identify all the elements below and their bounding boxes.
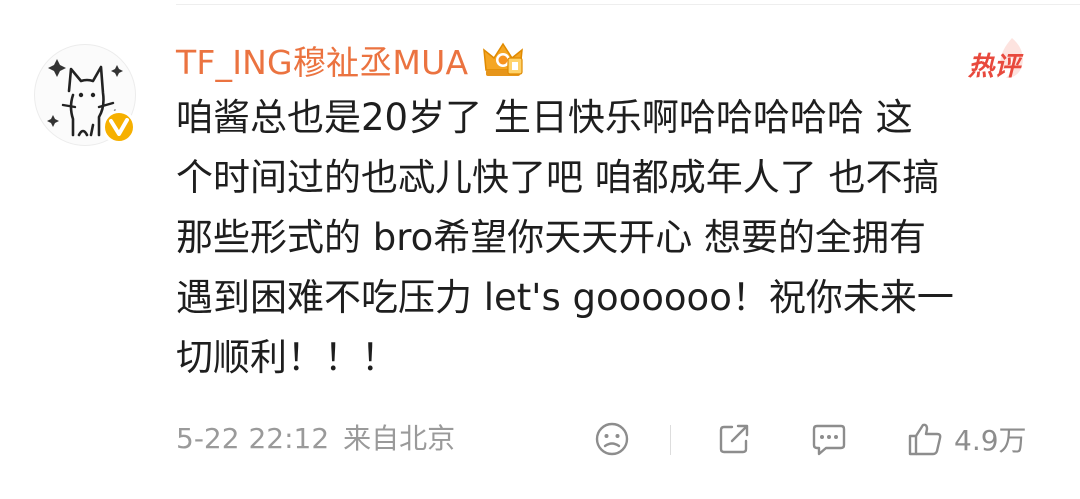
- hot-label: 热评: [968, 52, 1021, 82]
- crown-rank-icon[interactable]: [480, 40, 526, 80]
- comment-text: 咱酱总也是20岁了 生日快乐啊哈哈哈哈哈 这 个时间过的也忒儿快了吧 咱都成年人…: [176, 88, 1056, 388]
- comment-location: 来自北京: [343, 422, 456, 455]
- username-row: TF_ING穆祉丞MUA: [176, 36, 526, 84]
- action-divider: [670, 425, 671, 455]
- comment-line: 切顺利！！！: [176, 336, 398, 379]
- comment-footer: 5-22 22:12 来自北京 4.9万: [176, 415, 1056, 463]
- comment-line: 个时间过的也忒儿快了吧 咱都成年人了 也不搞: [176, 156, 940, 199]
- comment-meta: 5-22 22:12 来自北京: [176, 415, 455, 463]
- like-button[interactable]: 4.9万: [906, 421, 1027, 457]
- comment-date: 5-22 22:12: [176, 422, 330, 455]
- comment-icon: [812, 424, 846, 456]
- like-count: 4.9万: [954, 424, 1027, 457]
- top-divider: [176, 4, 1080, 5]
- comment-line: 咱酱总也是20岁了 生日快乐啊哈哈哈哈哈 这: [176, 96, 913, 139]
- verified-v-icon: [109, 118, 129, 136]
- reaction-button[interactable]: [594, 421, 630, 457]
- username[interactable]: TF_ING穆祉丞MUA: [176, 36, 468, 84]
- reply-button[interactable]: [810, 421, 848, 457]
- thumbs-up-icon: [908, 423, 942, 456]
- hot-comment-tag: 热评: [966, 38, 1030, 82]
- comment-line: 那些形式的 bro希望你天天开心 想要的全拥有: [176, 216, 927, 259]
- face-icon: [595, 422, 629, 456]
- comment-line: 遇到困难不吃压力 let's goooooo！祝你未来一: [176, 276, 954, 319]
- verified-badge: [102, 110, 136, 144]
- share-button[interactable]: [716, 421, 752, 457]
- share-icon: [719, 424, 749, 454]
